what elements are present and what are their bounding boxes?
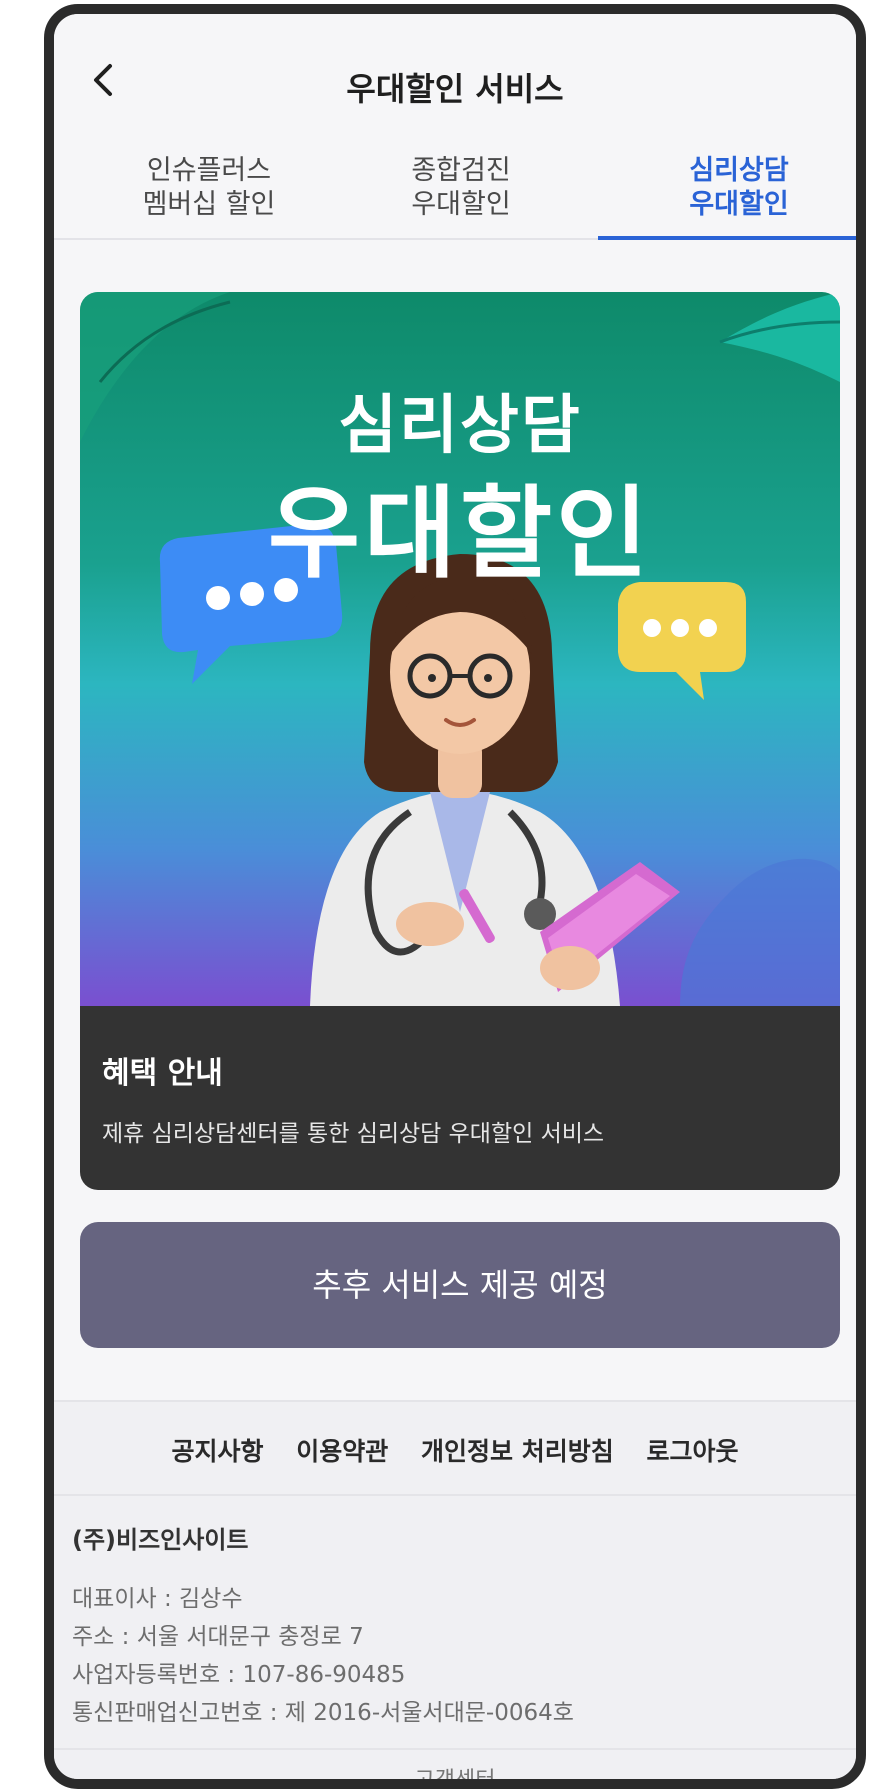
benefit-description: 제휴 심리상담센터를 통한 심리상담 우대할인 서비스 — [102, 1121, 605, 1147]
promo-banner: 심리상담 우대할인 — [80, 292, 840, 1006]
company-mail-order-number: 통신판매업신고번호 : 제 2016-서울서대문-0064호 — [72, 1700, 574, 1726]
company-info: 대표이사 : 김상수 주소 : 서울 서대문구 충정로 7 사업자등록번호 : … — [72, 1580, 574, 1732]
tab-counseling[interactable]: 심리상담 우대할인 — [609, 154, 856, 222]
company-name: (주)비즈인사이트 — [72, 1526, 249, 1554]
tab-bar: 인슈플러스 멤버십 할인 종합검진 우대할인 심리상담 우대할인 — [54, 154, 856, 240]
active-tab-indicator — [598, 236, 856, 240]
footer-link-terms[interactable]: 이용약관 — [296, 1432, 388, 1468]
banner-title-line2: 우대할인 — [268, 475, 652, 592]
company-address: 주소 : 서울 서대문구 충정로 7 — [72, 1624, 364, 1650]
benefit-title: 혜택 안내 — [102, 1056, 223, 1091]
benefit-card: 심리상담 우대할인 혜택 안내 제휴 심리상담센터를 통한 심리상담 우대할인 … — [80, 292, 840, 1190]
footer-divider — [54, 1748, 856, 1750]
app-header: 우대할인 서비스 — [54, 14, 856, 134]
footer-link-logout[interactable]: 로그아웃 — [646, 1432, 738, 1468]
company-ceo: 대표이사 : 김상수 — [72, 1586, 243, 1612]
footer: 공지사항 이용약관 개인정보 처리방침 로그아웃 (주)비즈인사이트 대표이사 … — [54, 1400, 856, 1779]
customer-center-link[interactable]: 고객센터 — [54, 1762, 856, 1779]
tab-insuplus-membership[interactable]: 인슈플러스 멤버십 할인 — [79, 154, 339, 222]
tab-health-checkup[interactable]: 종합검진 우대할인 — [331, 154, 591, 222]
screen: 우대할인 서비스 인슈플러스 멤버십 할인 종합검진 우대할인 심리상담 우대할… — [54, 14, 856, 1779]
footer-links: 공지사항 이용약관 개인정보 처리방침 로그아웃 — [54, 1432, 856, 1468]
benefit-info-panel: 혜택 안내 제휴 심리상담센터를 통한 심리상담 우대할인 서비스 — [80, 1006, 840, 1190]
footer-link-privacy-policy[interactable]: 개인정보 처리방침 — [421, 1432, 614, 1468]
phone-frame: 우대할인 서비스 인슈플러스 멤버십 할인 종합검진 우대할인 심리상담 우대할… — [44, 4, 866, 1789]
yellow-chat-bubble-icon — [618, 582, 746, 700]
footer-link-notice[interactable]: 공지사항 — [172, 1432, 264, 1468]
coming-soon-button[interactable]: 추후 서비스 제공 예정 — [80, 1222, 840, 1348]
footer-divider — [54, 1494, 856, 1496]
company-business-number: 사업자등록번호 : 107-86-90485 — [72, 1662, 406, 1688]
page-title: 우대할인 서비스 — [346, 70, 564, 108]
